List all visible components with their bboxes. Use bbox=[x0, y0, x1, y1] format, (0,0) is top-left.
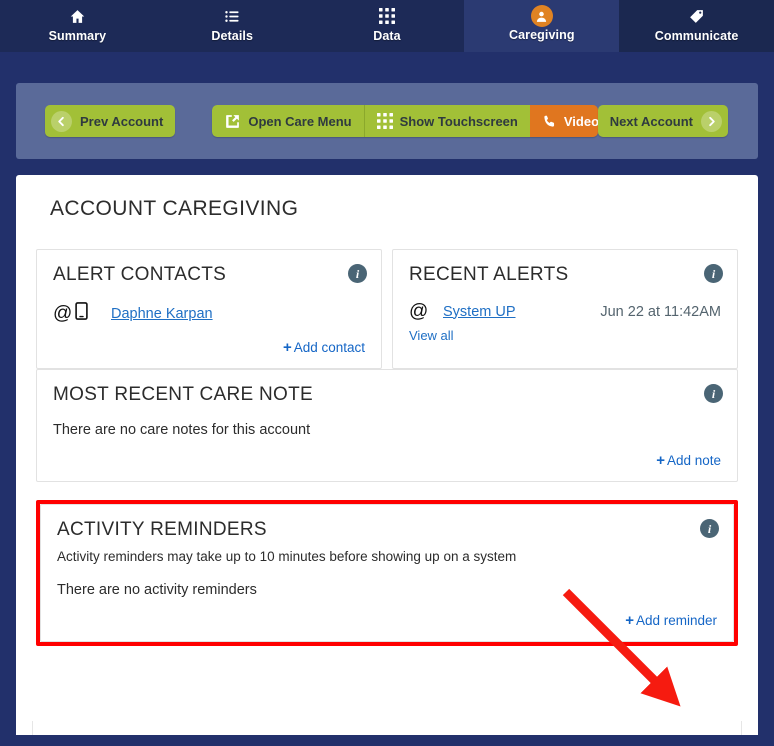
open-care-menu-button[interactable]: Open Care Menu bbox=[212, 105, 364, 137]
page-title: ACCOUNT CAREGIVING bbox=[50, 197, 299, 220]
add-note-link[interactable]: + Add note bbox=[53, 452, 721, 469]
info-icon[interactable]: i bbox=[704, 264, 723, 283]
alert-name-link[interactable]: System UP bbox=[443, 304, 516, 320]
nav-tab-label: Summary bbox=[48, 29, 107, 43]
care-action-group: Open Care Menu Show Touchscreen Video Ca… bbox=[212, 105, 598, 137]
panel-bottom-edge bbox=[32, 721, 742, 735]
show-touchscreen-button[interactable]: Show Touchscreen bbox=[363, 105, 530, 137]
care-note-empty-text: There are no care notes for this account bbox=[53, 422, 311, 438]
contact-row: @ Daphne Karpan bbox=[53, 302, 365, 325]
nav-tab-caregiving[interactable]: Caregiving bbox=[464, 0, 620, 52]
next-account-button[interactable]: Next Account bbox=[597, 105, 728, 137]
alert-channel-icons: @ bbox=[409, 302, 443, 321]
prev-account-label: Prev Account bbox=[80, 113, 164, 129]
recent-alerts-heading: RECENT ALERTS bbox=[409, 264, 569, 285]
nav-tab-label: Details bbox=[211, 29, 254, 43]
show-touchscreen-label: Show Touchscreen bbox=[399, 113, 518, 129]
list-icon bbox=[220, 4, 244, 28]
at-icon: @ bbox=[409, 301, 429, 322]
alert-contacts-card: i ALERT CONTACTS @ Daphne Karpan + Add co… bbox=[36, 249, 382, 369]
person-icon bbox=[530, 5, 553, 27]
mobile-icon bbox=[75, 302, 89, 325]
video-call-button[interactable]: Video Call bbox=[529, 105, 598, 137]
add-reminder-label: Add reminder bbox=[635, 613, 717, 628]
tag-icon bbox=[685, 4, 709, 28]
nav-tab-label: Communicate bbox=[654, 29, 739, 43]
nav-tab-data[interactable]: Data bbox=[309, 0, 465, 52]
nav-tab-summary[interactable]: Summary bbox=[0, 0, 155, 52]
nav-tab-label: Data bbox=[373, 29, 401, 43]
chevron-left-icon bbox=[51, 110, 72, 132]
grid-icon bbox=[375, 4, 399, 28]
view-all-link[interactable]: View all bbox=[409, 328, 454, 343]
recent-alerts-card: i RECENT ALERTS @ System UP Jun 22 at 11… bbox=[392, 249, 738, 369]
contact-name-link[interactable]: Daphne Karpan bbox=[111, 306, 213, 322]
external-link-icon bbox=[224, 113, 241, 130]
activity-reminders-card: i ACTIVITY REMINDERS Activity reminders … bbox=[40, 504, 734, 642]
plus-icon: + bbox=[282, 339, 292, 356]
add-note-label: Add note bbox=[666, 453, 721, 468]
add-contact-label: Add contact bbox=[293, 340, 365, 355]
main-navigation: Summary Details Data Caregiving Communic… bbox=[0, 0, 774, 52]
activity-reminders-note: Activity reminders may take up to 10 min… bbox=[57, 549, 517, 564]
account-toolbar: Prev Account Open Care Menu Show Touchsc… bbox=[16, 83, 758, 159]
plus-icon: + bbox=[656, 452, 665, 469]
video-call-label: Video Call bbox=[563, 113, 598, 129]
at-icon: @ bbox=[53, 303, 73, 324]
info-icon[interactable]: i bbox=[700, 519, 719, 538]
account-caregiving-panel: ACCOUNT CAREGIVING i ALERT CONTACTS @ Da… bbox=[16, 175, 758, 735]
open-care-menu-label: Open Care Menu bbox=[248, 113, 352, 129]
plus-icon: + bbox=[625, 612, 634, 629]
care-note-heading: MOST RECENT CARE NOTE bbox=[53, 384, 314, 405]
care-note-card: i MOST RECENT CARE NOTE There are no car… bbox=[36, 369, 738, 482]
grid-icon bbox=[376, 113, 393, 129]
activity-reminders-empty-text: There are no activity reminders bbox=[57, 582, 257, 598]
nav-tab-label: Caregiving bbox=[508, 28, 575, 42]
home-icon bbox=[65, 4, 89, 28]
chevron-right-icon bbox=[701, 110, 722, 132]
info-icon[interactable]: i bbox=[704, 384, 723, 403]
nav-tab-communicate[interactable]: Communicate bbox=[619, 0, 774, 52]
phone-icon bbox=[542, 114, 557, 129]
top-card-row: i ALERT CONTACTS @ Daphne Karpan + Add co… bbox=[36, 249, 738, 369]
add-reminder-link[interactable]: + Add reminder bbox=[57, 612, 717, 629]
alert-row: @ System UP Jun 22 at 11:42AM bbox=[409, 302, 721, 321]
activity-reminders-heading: ACTIVITY REMINDERS bbox=[57, 519, 267, 540]
next-account-label: Next Account bbox=[609, 113, 693, 129]
nav-tab-details[interactable]: Details bbox=[154, 0, 310, 52]
alert-timestamp: Jun 22 at 11:42AM bbox=[600, 303, 721, 320]
info-icon[interactable]: i bbox=[348, 264, 367, 283]
alert-contacts-heading: ALERT CONTACTS bbox=[53, 264, 227, 285]
contact-channel-icons: @ bbox=[53, 302, 105, 325]
prev-account-button[interactable]: Prev Account bbox=[45, 105, 176, 137]
add-contact-link[interactable]: + Add contact bbox=[53, 339, 365, 356]
activity-reminders-highlight: i ACTIVITY REMINDERS Activity reminders … bbox=[36, 500, 738, 646]
